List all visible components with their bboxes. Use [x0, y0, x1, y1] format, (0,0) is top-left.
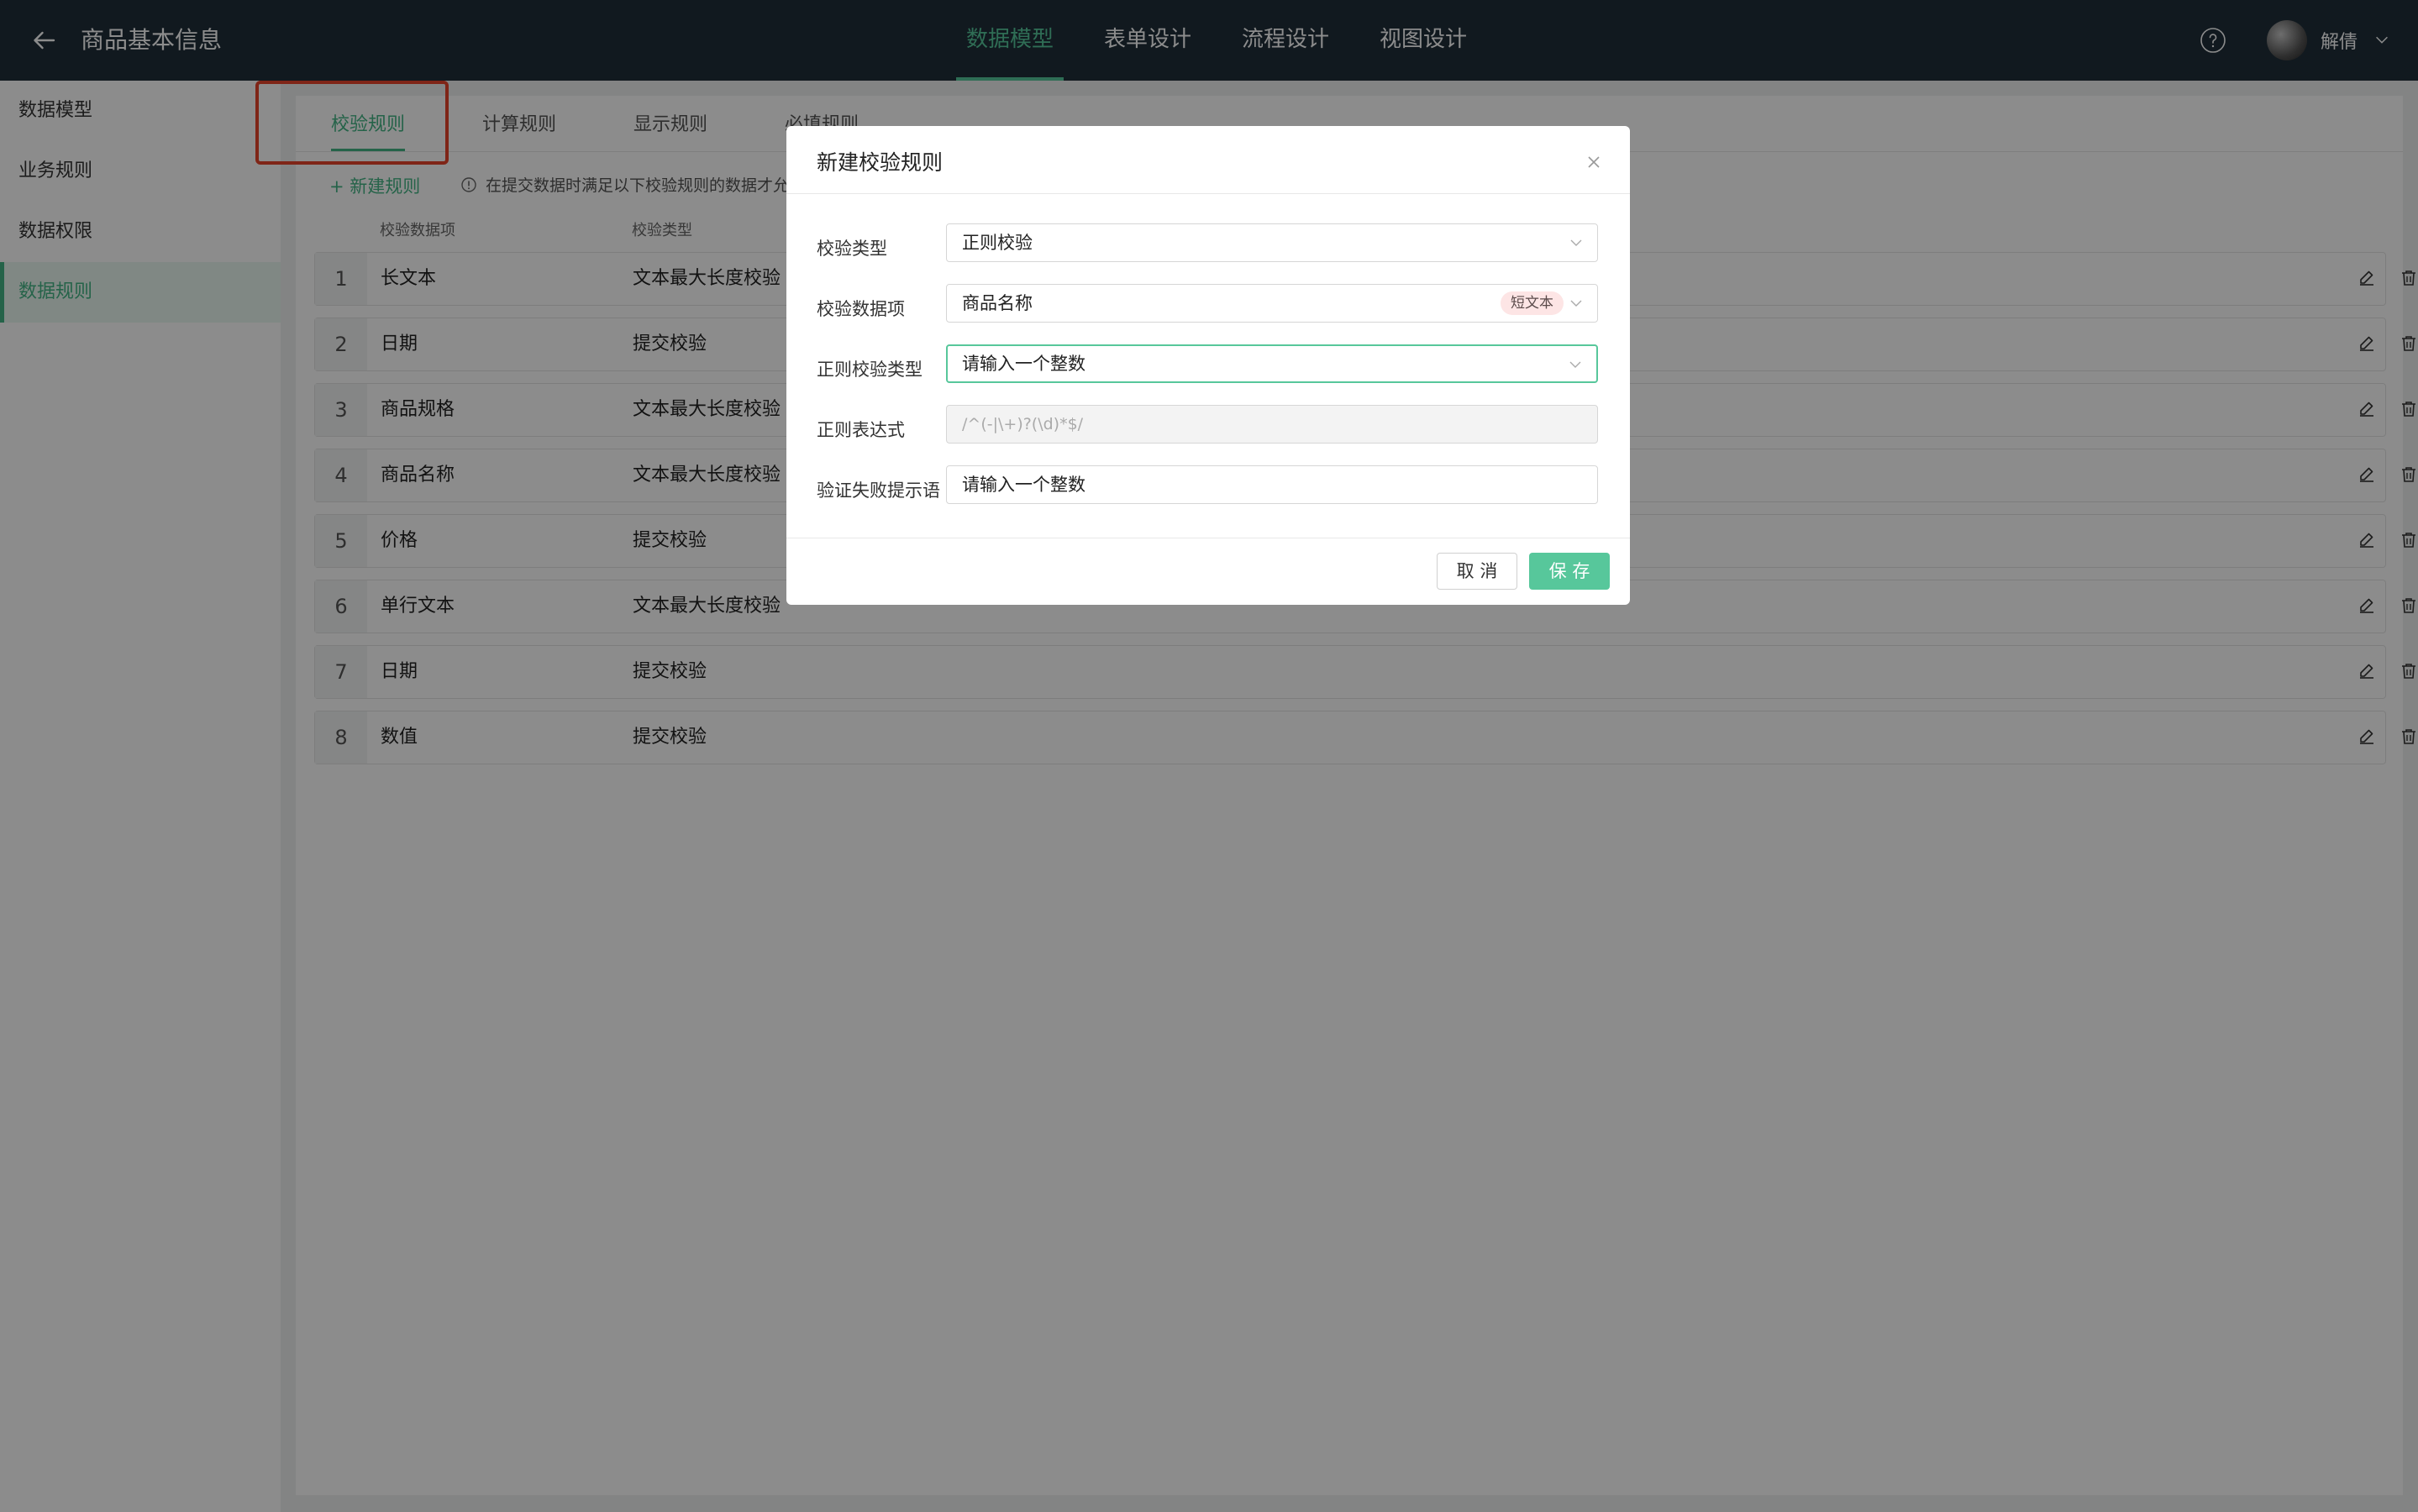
regex-type-label: 正则校验类型 [817, 360, 923, 380]
check-type-select[interactable]: 正则校验 [946, 223, 1598, 262]
regex-input: /^(-|\+)?(\d)*$/ [946, 405, 1598, 444]
close-icon[interactable] [1585, 153, 1603, 171]
new-validation-rule-dialog: 新建校验规则 校验类型 正则校验 校验数据项 商品名称 短文本 正则校验类型 请… [786, 126, 1630, 605]
regex-value: /^(-|\+)?(\d)*$/ [962, 415, 1084, 433]
regex-label: 正则表达式 [817, 420, 905, 440]
chevron-down-icon [1570, 300, 1582, 307]
error-message-value: 请输入一个整数 [962, 475, 1085, 495]
regex-type-value: 请输入一个整数 [962, 354, 1085, 374]
check-type-label: 校验类型 [817, 239, 887, 259]
save-button[interactable]: 保 存 [1529, 553, 1610, 590]
field-type-tag: 短文本 [1501, 291, 1564, 315]
dialog-title: 新建校验规则 [817, 150, 944, 175]
error-message-input[interactable]: 请输入一个整数 [946, 465, 1598, 504]
dialog-divider [786, 193, 1630, 194]
cancel-button[interactable]: 取 消 [1437, 553, 1517, 590]
error-message-label: 验证失败提示语 [817, 480, 940, 501]
regex-type-select[interactable]: 请输入一个整数 [946, 344, 1598, 383]
chevron-down-icon [1570, 239, 1582, 246]
data-item-label: 校验数据项 [817, 299, 905, 319]
data-item-value: 商品名称 [962, 293, 1033, 313]
data-item-select[interactable]: 商品名称 短文本 [946, 284, 1598, 323]
chevron-down-icon [1569, 361, 1581, 368]
check-type-value: 正则校验 [962, 233, 1033, 253]
